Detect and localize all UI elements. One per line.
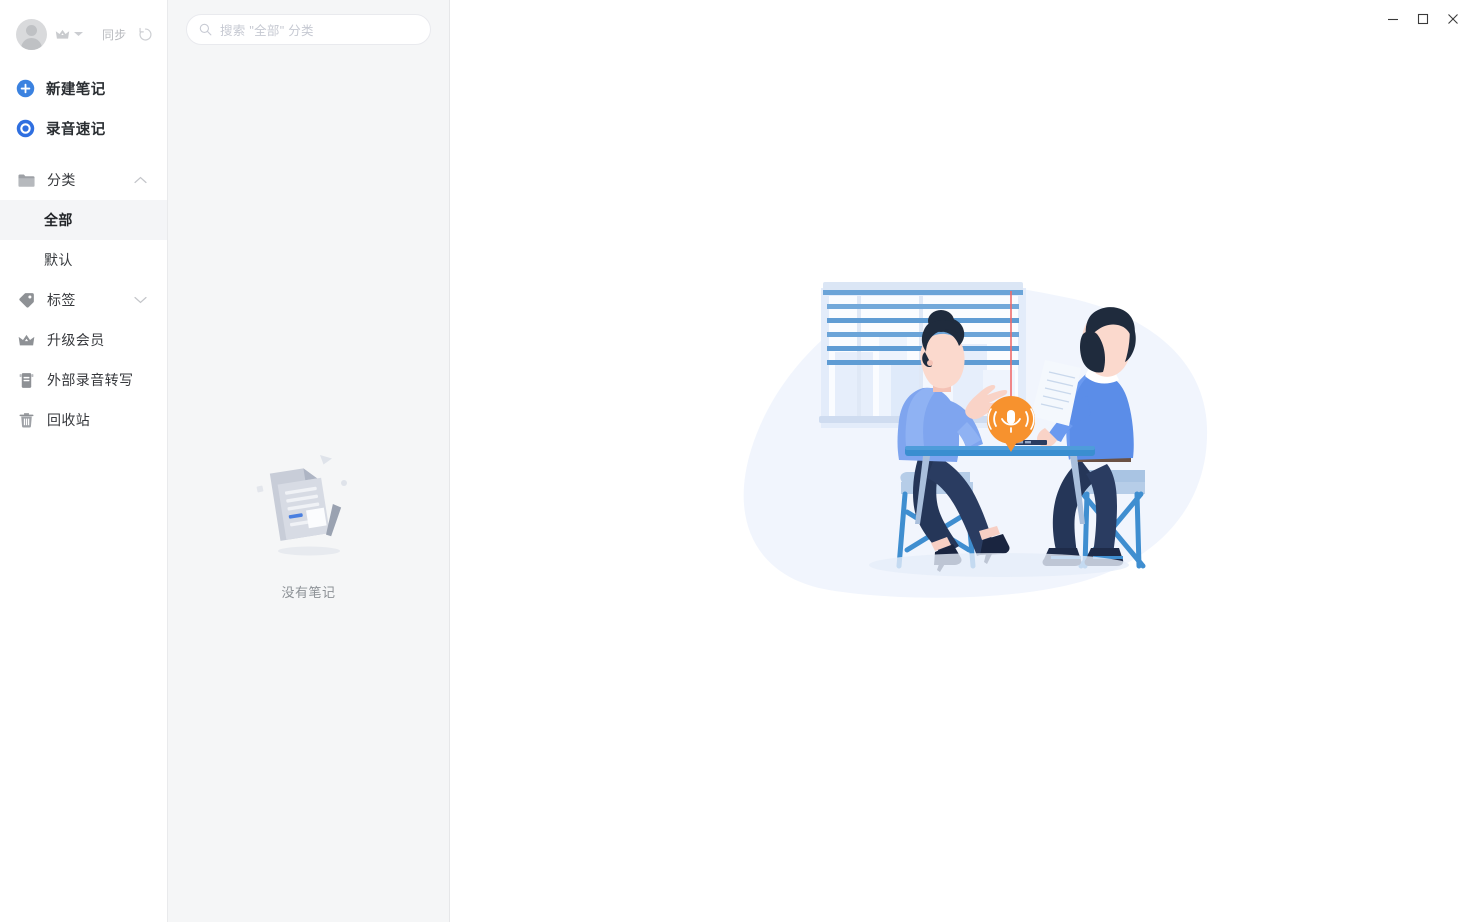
sidebar-item-tags[interactable]: 标签 bbox=[0, 280, 167, 320]
sidebar-item-tags-label: 标签 bbox=[47, 292, 76, 308]
sidebar-item-external-transcribe[interactable]: 外部录音转写 bbox=[0, 360, 167, 400]
search-area: 搜索 "全部" 分类 bbox=[168, 0, 449, 45]
plus-circle-icon bbox=[16, 79, 35, 97]
floor-shadow bbox=[869, 553, 1129, 577]
empty-state: 没有笔记 bbox=[168, 448, 449, 601]
close-icon bbox=[1448, 14, 1458, 24]
chevron-down-icon bbox=[73, 30, 84, 38]
account-row[interactable]: 同步 bbox=[0, 0, 167, 68]
sidebar-item-all[interactable]: 全部 bbox=[0, 200, 167, 240]
main-content bbox=[450, 0, 1476, 922]
crown-icon bbox=[55, 28, 70, 41]
maximize-icon bbox=[1417, 13, 1429, 25]
note-list-panel: 搜索 "全部" 分类 没有笔记 bbox=[168, 0, 450, 922]
search-placeholder: 搜索 "全部" 分类 bbox=[220, 24, 314, 38]
close-button[interactable] bbox=[1438, 5, 1468, 33]
maximize-button[interactable] bbox=[1408, 5, 1438, 33]
tag-icon bbox=[18, 292, 35, 309]
folder-icon bbox=[18, 172, 35, 189]
avatar[interactable] bbox=[16, 18, 47, 50]
trash-icon bbox=[18, 412, 35, 429]
record-circle-icon bbox=[16, 119, 35, 137]
sidebar-item-upgrade-membership[interactable]: 升级会员 bbox=[0, 320, 167, 360]
minimize-button[interactable] bbox=[1378, 5, 1408, 33]
sidebar-item-default[interactable]: 默认 bbox=[0, 240, 167, 280]
sidebar-group-categories-label: 分类 bbox=[47, 172, 76, 188]
sync-label: 同步 bbox=[102, 27, 127, 42]
transcribe-doc-icon bbox=[18, 372, 35, 389]
membership-dropdown[interactable] bbox=[55, 28, 84, 41]
minimize-icon bbox=[1388, 18, 1398, 21]
chevron-down-icon[interactable] bbox=[134, 291, 147, 309]
avatar-head-shape bbox=[26, 24, 37, 36]
sidebar-group-categories[interactable]: 分类 bbox=[0, 160, 167, 200]
search-icon bbox=[199, 23, 212, 36]
two-people-recording-meeting-illustration bbox=[743, 282, 1208, 598]
sidebar-item-recycle-label: 回收站 bbox=[47, 412, 91, 428]
empty-state-text: 没有笔记 bbox=[281, 585, 336, 600]
chevron-up-icon[interactable] bbox=[134, 171, 147, 189]
new-note-label: 新建笔记 bbox=[46, 81, 106, 98]
sidebar-item-transcribe-label: 外部录音转写 bbox=[47, 372, 134, 388]
voice-note-label: 录音速记 bbox=[46, 121, 106, 138]
search-input[interactable]: 搜索 "全部" 分类 bbox=[186, 14, 431, 45]
avatar-body-shape bbox=[21, 37, 42, 50]
window-controls bbox=[1356, 0, 1476, 38]
new-note-button[interactable]: 新建笔记 bbox=[0, 68, 167, 108]
app-window: 同步 新建笔记 录音速记 分类 全部 默认 标签 升级会员 外部录音转写 回收站… bbox=[0, 0, 1476, 922]
sidebar-item-upgrade-label: 升级会员 bbox=[47, 332, 105, 348]
microphone-waves-icon bbox=[1007, 410, 1015, 424]
sidebar: 同步 新建笔记 录音速记 分类 全部 默认 标签 升级会员 外部录音转写 回收站 bbox=[0, 0, 168, 922]
crown-icon bbox=[18, 332, 35, 349]
empty-note-document-illustration bbox=[256, 455, 347, 556]
sync-refresh-icon[interactable] bbox=[138, 27, 153, 42]
voice-note-button[interactable]: 录音速记 bbox=[0, 108, 167, 148]
sidebar-item-recycle-bin[interactable]: 回收站 bbox=[0, 400, 167, 440]
